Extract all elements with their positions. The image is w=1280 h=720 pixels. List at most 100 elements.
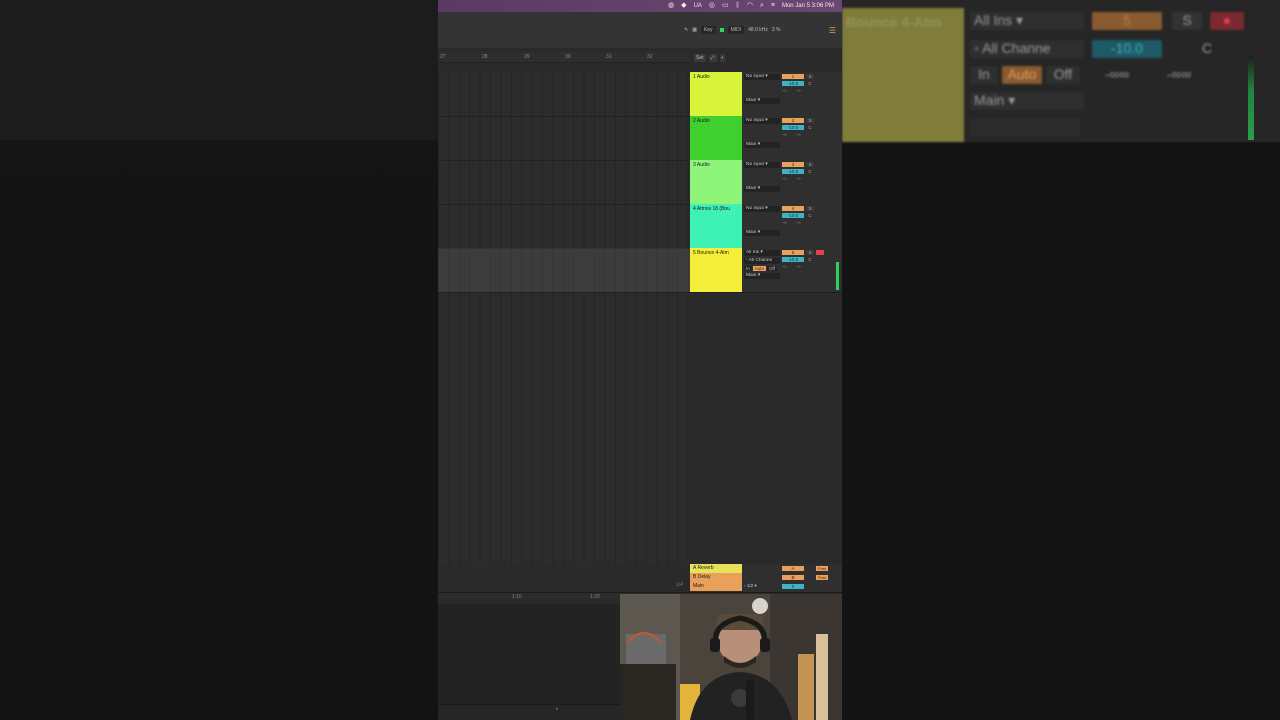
- pan-knob[interactable]: C: [806, 125, 814, 130]
- track-activator[interactable]: 4: [782, 206, 804, 211]
- track-header[interactable]: 5 Bounce 4-Atm: [690, 248, 742, 292]
- zoom-track-clip: Bounce 4-Atm: [842, 8, 964, 142]
- lane-4[interactable]: [438, 204, 690, 249]
- bluetooth-icon[interactable]: ᛒ: [736, 0, 740, 12]
- lane-2[interactable]: [438, 116, 690, 161]
- track-1[interactable]: 1 Audio No input ▾ Main ▾ 1S -10.0 C -∞ -∞: [690, 72, 842, 117]
- main-name[interactable]: Main: [690, 582, 742, 591]
- track-activator[interactable]: 5: [782, 250, 804, 255]
- track-header[interactable]: 1 Audio: [690, 72, 742, 116]
- channel-dropdown[interactable]: ◦ All Channe: [744, 258, 780, 264]
- return-activator[interactable]: A: [782, 566, 804, 571]
- input-dropdown[interactable]: No input ▾: [744, 74, 780, 80]
- return-name[interactable]: B Delay: [690, 573, 742, 582]
- volume-field[interactable]: -10.0: [782, 169, 804, 174]
- return-activator[interactable]: B: [782, 575, 804, 580]
- output-dropdown[interactable]: Main ▾: [744, 230, 780, 236]
- output-dropdown[interactable]: Main ▾: [744, 186, 780, 192]
- menu-icon[interactable]: ☰: [829, 26, 836, 35]
- monitor-in[interactable]: In: [744, 266, 752, 271]
- set-button[interactable]: Set: [694, 54, 706, 62]
- peak-left: -∞: [782, 88, 787, 93]
- track-header[interactable]: 3 Audio: [690, 160, 742, 204]
- zoom-monitor-off: Off: [1046, 66, 1080, 84]
- return-name[interactable]: A Reverb: [690, 564, 742, 573]
- track-header[interactable]: 2 Audio: [690, 116, 742, 160]
- input-dropdown[interactable]: All Ins ▾: [744, 250, 780, 256]
- midi-led: [719, 28, 724, 32]
- arrangement-ruler[interactable]: 27 28 29 30 31 32: [438, 52, 690, 63]
- draw-icon[interactable]: ✎: [684, 27, 688, 33]
- output-dropdown[interactable]: Main ▾: [744, 142, 780, 148]
- main-track[interactable]: Main ◦ 1/2 ▾ 0: [690, 582, 842, 591]
- pan-knob[interactable]: C: [806, 213, 814, 218]
- peak-right: -∞: [796, 220, 801, 225]
- ua-menu[interactable]: UA: [694, 0, 702, 12]
- ruler-mark: 30: [565, 54, 571, 60]
- volume-field[interactable]: -10.0: [782, 257, 804, 262]
- input-dropdown[interactable]: No input ▾: [744, 206, 780, 212]
- input-dropdown[interactable]: No input ▾: [744, 162, 780, 168]
- target-icon[interactable]: ◎: [709, 0, 715, 12]
- transport-toolbar: ✎ ▦ Key MIDI 48.0 kHz 3 % ☰: [438, 12, 842, 48]
- pan-knob[interactable]: C: [806, 81, 814, 86]
- return-track-a[interactable]: A Reverb A Post: [690, 564, 842, 573]
- track-3[interactable]: 3 Audio No input ▾ Main ▾ 3S -10.0 C -∞ -∞: [690, 160, 842, 205]
- ruler-mark: 32: [647, 54, 653, 60]
- arrangement-lanes[interactable]: [438, 70, 690, 564]
- return-track-b[interactable]: B Delay B Post: [690, 573, 842, 582]
- zoom-level-meter: [1248, 56, 1254, 140]
- monitor-auto[interactable]: Auto: [752, 266, 767, 271]
- peak-right: -∞: [796, 176, 801, 181]
- volume-field[interactable]: -10.0: [782, 125, 804, 130]
- search-icon[interactable]: ⌕: [760, 0, 764, 12]
- lane-1[interactable]: [438, 72, 690, 117]
- clock[interactable]: Mon Jan 5 3:06 PM: [782, 0, 834, 12]
- wifi-icon[interactable]: ◠: [747, 0, 753, 12]
- solo-button[interactable]: S: [806, 206, 814, 211]
- pan-knob[interactable]: C: [806, 169, 814, 174]
- post-button[interactable]: Post: [816, 575, 828, 580]
- ruler-mark: 29: [524, 54, 530, 60]
- grid-fraction[interactable]: 1/4: [676, 582, 683, 588]
- control-center-icon[interactable]: ≡: [771, 0, 775, 12]
- midi-map-button[interactable]: MIDI: [727, 26, 745, 34]
- track-activator[interactable]: 3: [782, 162, 804, 167]
- play-icon[interactable]: ▸: [556, 706, 559, 712]
- output-dropdown[interactable]: Main ▾: [744, 98, 780, 104]
- diamond-icon[interactable]: ◆: [681, 0, 686, 12]
- track-header[interactable]: 4 Atmos 18 (Bou: [690, 204, 742, 248]
- pan-knob[interactable]: C: [806, 257, 814, 262]
- solo-button[interactable]: S: [806, 250, 814, 255]
- post-button[interactable]: Post: [816, 566, 828, 571]
- lane-3[interactable]: [438, 160, 690, 205]
- track-5[interactable]: 5 Bounce 4-Atm All Ins ▾ ◦ All Channe In…: [690, 248, 842, 293]
- track-activator[interactable]: 2: [782, 118, 804, 123]
- solo-button[interactable]: S: [806, 118, 814, 123]
- battery-icon[interactable]: ▭: [722, 0, 729, 12]
- main-output-dropdown[interactable]: ◦ 1/2 ▾: [744, 583, 757, 589]
- main-volume[interactable]: 0: [782, 584, 804, 589]
- clip-detail-panel[interactable]: [438, 604, 620, 705]
- expand-icon[interactable]: ⤢: [708, 54, 717, 62]
- monitor-off[interactable]: Off: [767, 266, 777, 271]
- solo-button[interactable]: S: [806, 162, 814, 167]
- output-dropdown[interactable]: Main ▾: [744, 273, 780, 279]
- track-title: 1 Audio: [693, 74, 710, 80]
- key-map-button[interactable]: Key: [700, 26, 716, 34]
- volume-field[interactable]: -10.0: [782, 81, 804, 86]
- record-icon[interactable]: ◍: [668, 0, 674, 12]
- zoom-peak-left: -∞∞: [1104, 66, 1130, 82]
- lock-icon[interactable]: ▪: [719, 54, 726, 62]
- zoom-peak-right: -∞∞: [1166, 66, 1192, 82]
- volume-field[interactable]: -10.0: [782, 213, 804, 218]
- solo-button[interactable]: S: [806, 74, 814, 79]
- track-2[interactable]: 2 Audio No input ▾ Main ▾ 2S -10.0 C -∞ -∞: [690, 116, 842, 161]
- track-activator[interactable]: 1: [782, 74, 804, 79]
- input-dropdown[interactable]: No input ▾: [744, 118, 780, 124]
- ruler-mark: 31: [606, 54, 612, 60]
- track-4[interactable]: 4 Atmos 18 (Bou No input ▾ Main ▾ 4S -10…: [690, 204, 842, 249]
- lane-5[interactable]: [438, 248, 690, 293]
- arm-button[interactable]: [816, 250, 824, 255]
- keyboard-icon[interactable]: ▦: [692, 27, 697, 33]
